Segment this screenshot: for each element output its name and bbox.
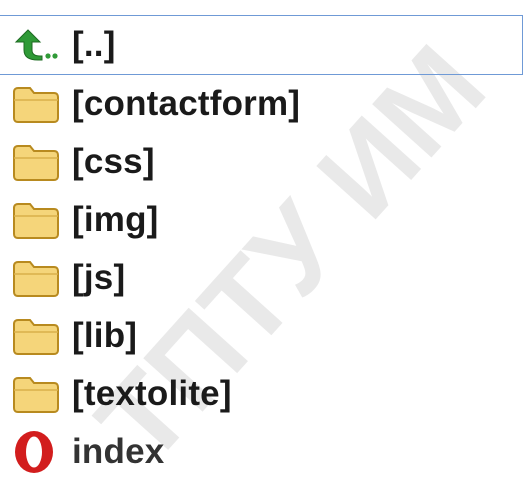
list-item-parent-dir[interactable]: [..]	[0, 15, 523, 75]
list-item-folder[interactable]: [textolite]	[0, 365, 523, 423]
list-item-label: [js]	[72, 258, 126, 297]
folder-icon	[12, 313, 68, 359]
opera-icon	[12, 429, 68, 475]
list-item-folder[interactable]: [css]	[0, 133, 523, 191]
list-item-label: [img]	[72, 200, 159, 239]
list-item-folder[interactable]: [js]	[0, 249, 523, 307]
list-item-folder[interactable]: [img]	[0, 191, 523, 249]
file-list-panel: ТПТУ ИМ [..] [contactform] [css] [img] […	[0, 0, 523, 499]
folder-icon	[12, 81, 68, 127]
list-item-label: [..]	[72, 25, 116, 64]
up-arrow-icon	[12, 22, 68, 68]
folder-icon	[12, 197, 68, 243]
list-item-folder[interactable]: [contactform]	[0, 75, 523, 133]
list-item-label: [css]	[72, 142, 155, 181]
file-list: [..] [contactform] [css] [img] [js] [lib…	[0, 0, 523, 481]
list-item-file[interactable]: index	[0, 423, 523, 481]
list-item-label: [textolite]	[72, 374, 232, 413]
list-item-label: index	[72, 432, 165, 471]
folder-icon	[12, 371, 68, 417]
list-item-label: [contactform]	[72, 84, 301, 123]
list-item-folder[interactable]: [lib]	[0, 307, 523, 365]
folder-icon	[12, 139, 68, 185]
list-item-label: [lib]	[72, 316, 138, 355]
folder-icon	[12, 255, 68, 301]
